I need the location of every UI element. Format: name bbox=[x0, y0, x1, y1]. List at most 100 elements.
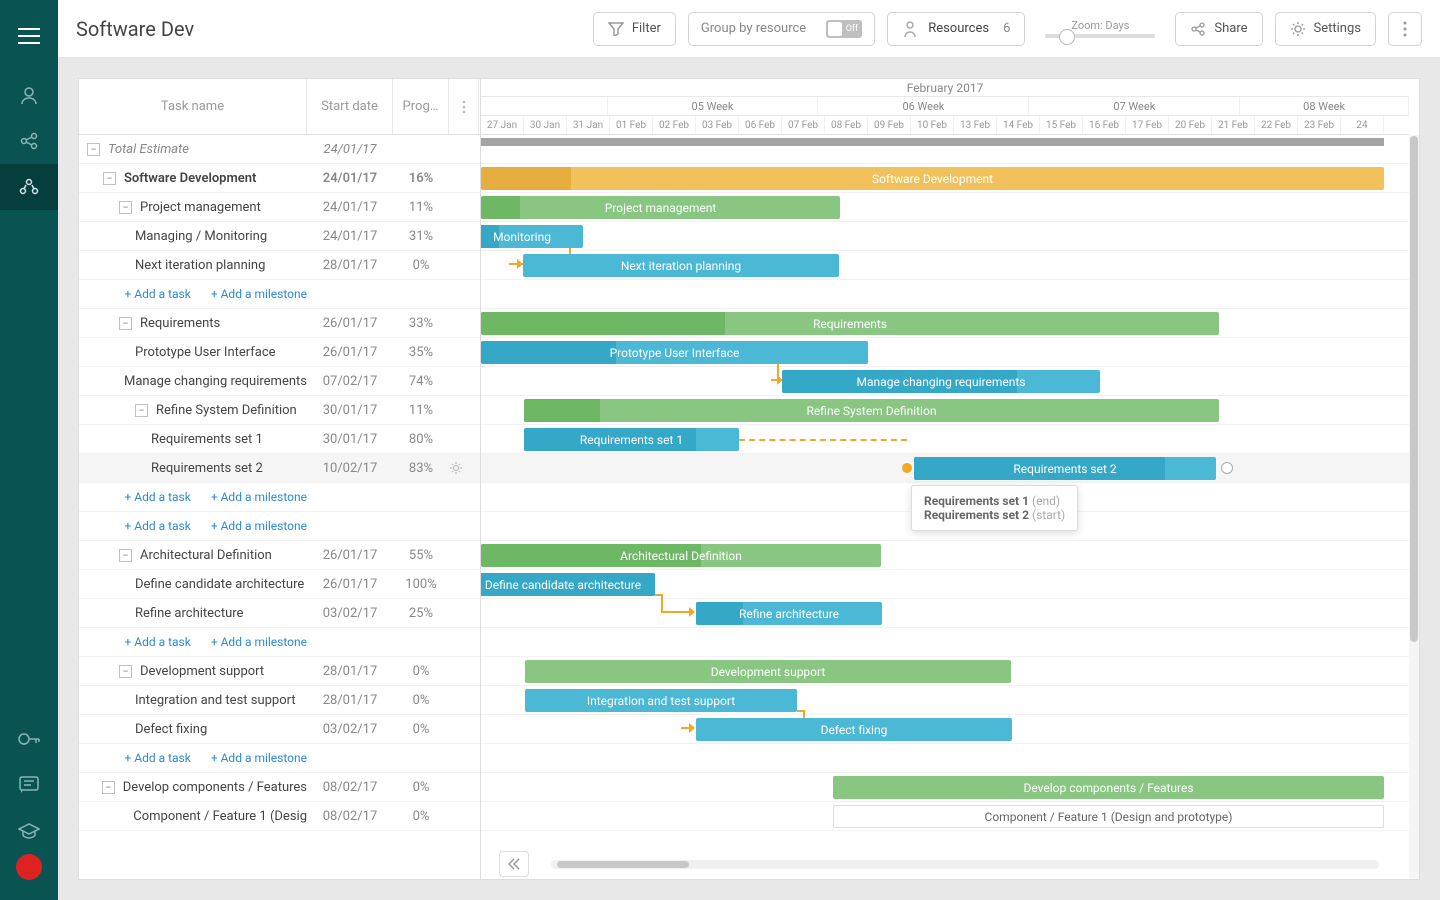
add-task-link[interactable]: + Add a task bbox=[124, 751, 190, 765]
col-progress[interactable]: Prog… bbox=[393, 79, 449, 134]
sidebar-share-icon[interactable] bbox=[0, 118, 58, 164]
share-button[interactable]: Share bbox=[1175, 12, 1262, 46]
day-cell: 01 Feb bbox=[610, 116, 653, 135]
sidebar-grad-icon[interactable] bbox=[0, 808, 58, 854]
scroll-back-button[interactable] bbox=[499, 851, 529, 877]
sidebar-team-icon[interactable] bbox=[0, 164, 58, 210]
add-task-link[interactable]: + Add a task bbox=[124, 490, 190, 504]
gantt-bar[interactable]: Refine architecture bbox=[696, 602, 882, 625]
add-task-link[interactable]: + Add a task bbox=[124, 287, 190, 301]
add-row: + Add a task + Add a milestone bbox=[79, 280, 480, 309]
task-name-label: Total Estimate bbox=[108, 142, 189, 157]
task-list-header: Task name Start date Prog… bbox=[79, 79, 480, 135]
col-more[interactable] bbox=[449, 79, 479, 134]
collapse-toggle[interactable]: − bbox=[103, 172, 116, 185]
gantt-bar[interactable]: Requirements set 2 bbox=[914, 457, 1216, 480]
group-by-button[interactable]: Group by resource Off bbox=[688, 12, 875, 46]
day-cell: 24 bbox=[1341, 116, 1384, 135]
gantt-bar[interactable]: Requirements bbox=[481, 312, 1219, 335]
week-cell: 08 Week bbox=[1240, 97, 1409, 115]
gantt-bar[interactable]: Project management bbox=[481, 196, 840, 219]
gantt-bar[interactable]: Component / Feature 1 (Design and protot… bbox=[833, 805, 1384, 828]
v-scrollbar[interactable] bbox=[1409, 135, 1419, 879]
day-cell: 07 Feb bbox=[782, 116, 825, 135]
collapse-toggle[interactable]: − bbox=[87, 143, 100, 156]
settings-button[interactable]: Settings bbox=[1275, 12, 1376, 46]
task-row[interactable]: Manage changing requirements07/02/1774% bbox=[79, 367, 480, 396]
hamburger-icon[interactable] bbox=[0, 14, 58, 58]
add-milestone-link[interactable]: + Add a milestone bbox=[211, 287, 307, 301]
collapse-toggle[interactable]: − bbox=[119, 665, 132, 678]
gantt-bar[interactable]: Monitoring bbox=[481, 225, 583, 248]
add-milestone-link[interactable]: + Add a milestone bbox=[211, 519, 307, 533]
h-scrollbar[interactable] bbox=[551, 860, 1379, 869]
add-milestone-link[interactable]: + Add a milestone bbox=[211, 751, 307, 765]
task-row[interactable]: −Architectural Definition26/01/1755% bbox=[79, 541, 480, 570]
gantt-bar[interactable]: Defect fixing bbox=[696, 718, 1012, 741]
gantt-body[interactable]: Software Development Project management Mo… bbox=[481, 135, 1409, 829]
task-list: Task name Start date Prog… −Total Estima… bbox=[79, 79, 481, 879]
col-start-date[interactable]: Start date bbox=[307, 79, 393, 134]
task-row[interactable]: Refine architecture03/02/1725% bbox=[79, 599, 480, 628]
add-task-link[interactable]: + Add a task bbox=[124, 635, 190, 649]
day-cell: 17 Feb bbox=[1126, 116, 1169, 135]
gantt-bar[interactable]: Software Development bbox=[481, 167, 1384, 190]
day-cell: 31 Jan bbox=[567, 116, 610, 135]
task-name-label: Prototype User Interface bbox=[135, 345, 276, 360]
task-row[interactable]: −Project management24/01/1711% bbox=[79, 193, 480, 222]
task-row[interactable]: Integration and test support28/01/170% bbox=[79, 686, 480, 715]
user-avatar[interactable] bbox=[16, 854, 42, 880]
task-row[interactable]: −Requirements26/01/1733% bbox=[79, 309, 480, 338]
sidebar-person-icon[interactable] bbox=[0, 72, 58, 118]
resources-button[interactable]: Resources 6 bbox=[887, 12, 1025, 46]
col-task-name[interactable]: Task name bbox=[79, 79, 307, 134]
zoom-slider[interactable] bbox=[1045, 34, 1155, 38]
task-row[interactable]: −Development support28/01/170% bbox=[79, 657, 480, 686]
gantt-bar[interactable]: Develop components / Features bbox=[833, 776, 1384, 799]
gantt-bar[interactable]: Prototype User Interface bbox=[481, 341, 868, 364]
task-row[interactable]: −Refine System Definition30/01/1711% bbox=[79, 396, 480, 425]
gear-icon bbox=[1290, 21, 1306, 37]
add-milestone-link[interactable]: + Add a milestone bbox=[211, 635, 307, 649]
gantt-bar[interactable]: Architectural Definition bbox=[481, 544, 881, 567]
gantt-bar[interactable]: Define candidate architecture bbox=[481, 573, 655, 596]
task-row[interactable]: Requirements set 130/01/1780% bbox=[79, 425, 480, 454]
gantt-bar[interactable]: Integration and test support bbox=[525, 689, 797, 712]
gantt-bar[interactable]: Development support bbox=[525, 660, 1011, 683]
task-row[interactable]: −Total Estimate24/01/17 bbox=[79, 135, 480, 164]
zoom-control[interactable]: Zoom: Days bbox=[1045, 19, 1155, 38]
gear-icon[interactable] bbox=[449, 461, 463, 475]
day-cell: 21 Feb bbox=[1212, 116, 1255, 135]
task-name-label: Define candidate architecture bbox=[135, 577, 304, 592]
filter-icon bbox=[608, 22, 624, 36]
day-cell: 03 Feb bbox=[696, 116, 739, 135]
collapse-toggle[interactable]: − bbox=[135, 404, 148, 417]
filter-button[interactable]: Filter bbox=[593, 12, 676, 46]
more-button[interactable] bbox=[1388, 12, 1422, 46]
sidebar-key-icon[interactable] bbox=[0, 716, 58, 762]
collapse-toggle[interactable]: − bbox=[119, 549, 132, 562]
task-row[interactable]: −Develop components / Features08/02/170% bbox=[79, 773, 480, 802]
collapse-toggle[interactable]: − bbox=[119, 317, 132, 330]
task-row[interactable]: −Software Development24/01/1716% bbox=[79, 164, 480, 193]
task-row[interactable]: Managing / Monitoring24/01/1731% bbox=[79, 222, 480, 251]
add-task-link[interactable]: + Add a task bbox=[124, 519, 190, 533]
task-row[interactable]: Next iteration planning28/01/170% bbox=[79, 251, 480, 280]
task-row[interactable]: Component / Feature 1 (Desig08/02/170% bbox=[79, 802, 480, 831]
task-row[interactable]: Prototype User Interface26/01/1735% bbox=[79, 338, 480, 367]
collapse-toggle[interactable]: − bbox=[102, 781, 115, 794]
task-row[interactable]: Defect fixing03/02/170% bbox=[79, 715, 480, 744]
gantt-bar[interactable]: Refine System Definition bbox=[524, 399, 1219, 422]
gantt-bar[interactable]: Requirements set 1 bbox=[524, 428, 739, 451]
week-cell: 07 Week bbox=[1029, 97, 1240, 115]
gantt-bar[interactable]: Manage changing requirements bbox=[782, 370, 1100, 393]
group-toggle[interactable]: Off bbox=[826, 20, 862, 38]
gantt-bar[interactable]: Next iteration planning bbox=[523, 254, 839, 277]
sidebar-chat-icon[interactable] bbox=[0, 762, 58, 808]
gantt-bar[interactable] bbox=[481, 138, 1384, 146]
add-milestone-link[interactable]: + Add a milestone bbox=[211, 490, 307, 504]
collapse-toggle[interactable]: − bbox=[119, 201, 132, 214]
task-row[interactable]: Define candidate architecture26/01/17100… bbox=[79, 570, 480, 599]
task-row[interactable]: Requirements set 210/02/1783% bbox=[79, 454, 480, 483]
task-name-label: Refine System Definition bbox=[156, 403, 297, 418]
